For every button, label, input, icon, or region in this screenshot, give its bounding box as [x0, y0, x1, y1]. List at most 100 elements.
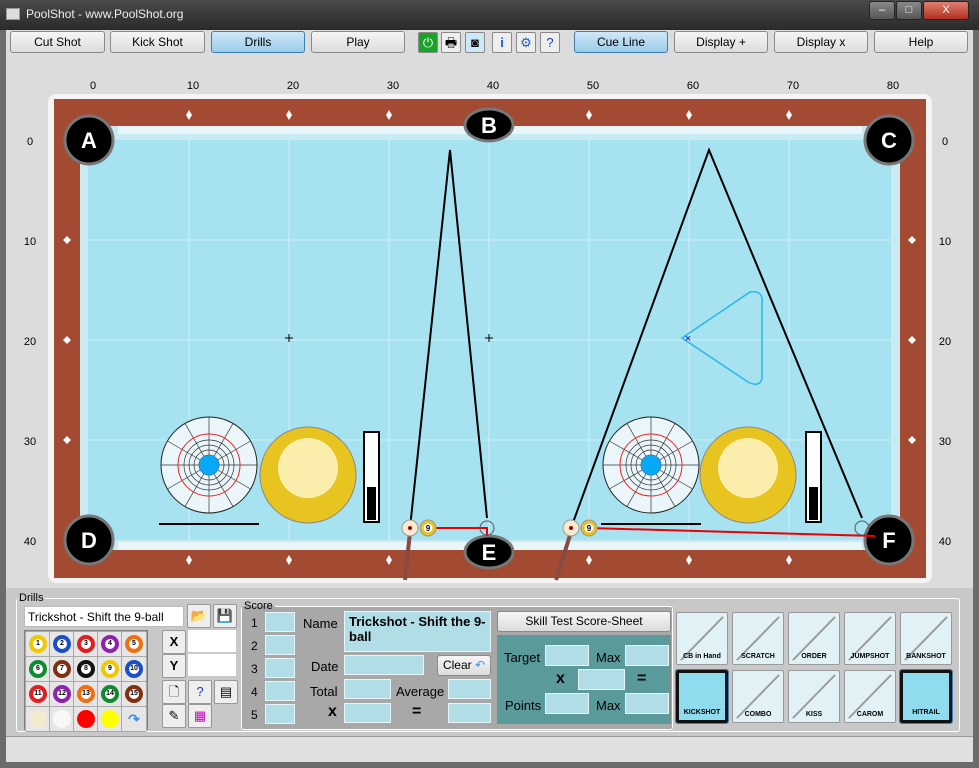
- y-tick-label: 10: [939, 236, 951, 248]
- red-ball-button[interactable]: [73, 706, 99, 732]
- drill-type-combo[interactable]: COMBO: [732, 670, 784, 723]
- score-row-input[interactable]: [265, 612, 295, 632]
- score-row-number: 3: [251, 662, 258, 676]
- ball-icon: 2: [53, 635, 71, 653]
- cue-ball-button[interactable]: [25, 706, 51, 732]
- ball-number: 4: [105, 639, 115, 649]
- ball-2-button[interactable]: 2: [49, 631, 75, 657]
- drill-type-scratch[interactable]: SCRATCH: [732, 612, 784, 665]
- skill-multiplier-input[interactable]: [578, 669, 625, 690]
- drill-type-bankshot[interactable]: BANKSHOT: [900, 612, 952, 665]
- equals-label: =: [412, 703, 422, 720]
- target-label: Target: [504, 650, 541, 665]
- points-input[interactable]: [545, 693, 589, 714]
- pocket-label: F: [882, 528, 895, 553]
- score-row-input[interactable]: [265, 704, 295, 724]
- ball-icon: 12: [53, 685, 71, 703]
- ball-icon: [53, 710, 71, 728]
- edit-icon[interactable]: ✎: [162, 704, 186, 728]
- total-label: Total: [310, 684, 338, 699]
- ghost-ball-button[interactable]: [49, 706, 75, 732]
- redo-icon: ↷: [128, 711, 140, 727]
- ball-number: 9: [105, 664, 115, 674]
- drill-type-cb-in-hand[interactable]: CB in Hand: [676, 612, 728, 665]
- help-document-icon[interactable]: ?: [188, 680, 212, 704]
- drill-type-jumpshot[interactable]: JUMPSHOT: [844, 612, 896, 665]
- ball-13-button[interactable]: 13: [73, 681, 99, 707]
- score-row-input[interactable]: [265, 635, 295, 655]
- power-level: [809, 487, 818, 520]
- drill-name-input[interactable]: Trickshot - Shift the 9-ball: [24, 606, 184, 627]
- drill-type-label: SCRATCH: [741, 653, 775, 660]
- nine-ball-label: 9: [426, 524, 431, 533]
- drill-type-label: CB in Hand: [683, 653, 721, 660]
- drill-type-hitrail[interactable]: HITRAIL: [899, 669, 953, 724]
- ball-5-button[interactable]: 5: [121, 631, 147, 657]
- ball-4-button[interactable]: 4: [97, 631, 123, 657]
- tip-position-dot: [641, 455, 661, 475]
- x-tick-label: 40: [487, 80, 499, 92]
- y-button[interactable]: Y: [162, 654, 186, 678]
- pool-table[interactable]: 0 10 20 30 40 50 60 70 80 0 0 10 10 20 20 30 30 40 40 A B C D…: [0, 0, 979, 600]
- ball-11-button[interactable]: 11: [25, 681, 51, 707]
- ball-12-button[interactable]: 12: [49, 681, 75, 707]
- score-row-number: 4: [251, 685, 258, 699]
- x-button[interactable]: X: [162, 630, 186, 654]
- target-input[interactable]: [545, 645, 589, 666]
- score-name-field[interactable]: Trickshot - Shift the 9-ball: [344, 611, 491, 652]
- drill-type-label: KICKSHOT: [683, 709, 721, 716]
- x-input[interactable]: [188, 630, 236, 652]
- drill-type-order[interactable]: ORDER: [788, 612, 840, 665]
- clear-button[interactable]: Clear ↶: [437, 655, 491, 676]
- skill-multiply-label: x: [556, 670, 565, 687]
- color-grid-icon[interactable]: ▦: [188, 704, 212, 728]
- ball-icon: 1: [29, 635, 47, 653]
- ball-1-button[interactable]: 1: [25, 631, 51, 657]
- ball-number: 7: [57, 664, 67, 674]
- ball-14-button[interactable]: 14: [97, 681, 123, 707]
- name-label: Name: [303, 616, 338, 631]
- pocket-label: C: [881, 128, 897, 153]
- tip-position-dot: [199, 455, 219, 475]
- y-tick-label: 40: [939, 536, 951, 548]
- ball-8-button[interactable]: 8: [73, 656, 99, 682]
- y-input[interactable]: [188, 654, 236, 676]
- ball-icon: 5: [125, 635, 143, 653]
- save-icon[interactable]: 💾: [213, 604, 237, 628]
- points-max-input[interactable]: [625, 693, 669, 714]
- result-input[interactable]: [448, 703, 491, 723]
- drill-type-kiss[interactable]: KISS: [788, 670, 840, 723]
- nine-ball-label: 9: [587, 524, 592, 533]
- skill-test-score-sheet-button[interactable]: Skill Test Score-Sheet: [497, 611, 671, 632]
- x-tick-label: 70: [787, 80, 799, 92]
- average-input[interactable]: [448, 679, 491, 699]
- redo-button[interactable]: ↷: [121, 706, 147, 732]
- new-document-icon[interactable]: 🗋: [162, 680, 186, 704]
- open-folder-icon[interactable]: 📂: [187, 604, 211, 628]
- score-row-input[interactable]: [265, 658, 295, 678]
- multiplier-input[interactable]: [344, 703, 391, 723]
- total-input[interactable]: [344, 679, 391, 699]
- drill-type-carom[interactable]: CAROM: [844, 670, 896, 723]
- ball-9-button[interactable]: 9: [97, 656, 123, 682]
- ball-3-button[interactable]: 3: [73, 631, 99, 657]
- x-tick-label: 50: [587, 80, 599, 92]
- x-tick-label: 80: [887, 80, 899, 92]
- ball-15-button[interactable]: 15: [121, 681, 147, 707]
- ball-6-button[interactable]: 6: [25, 656, 51, 682]
- y-tick-label: 30: [24, 436, 36, 448]
- points-max-label: Max: [596, 698, 621, 713]
- date-input[interactable]: [344, 655, 424, 675]
- yellow-ball-button[interactable]: [97, 706, 123, 732]
- ball-icon: 9: [101, 660, 119, 678]
- points-label: Points: [505, 698, 542, 713]
- ball-7-button[interactable]: 7: [49, 656, 75, 682]
- ball-icon: 7: [53, 660, 71, 678]
- undo-icon: ↶: [474, 658, 486, 672]
- score-row-input[interactable]: [265, 681, 295, 701]
- ball-10-button[interactable]: 10: [121, 656, 147, 682]
- list-icon[interactable]: ▤: [214, 680, 238, 704]
- drill-type-kickshot[interactable]: KICKSHOT: [675, 669, 729, 724]
- ball-number: 15: [129, 689, 139, 699]
- target-max-input[interactable]: [625, 645, 669, 666]
